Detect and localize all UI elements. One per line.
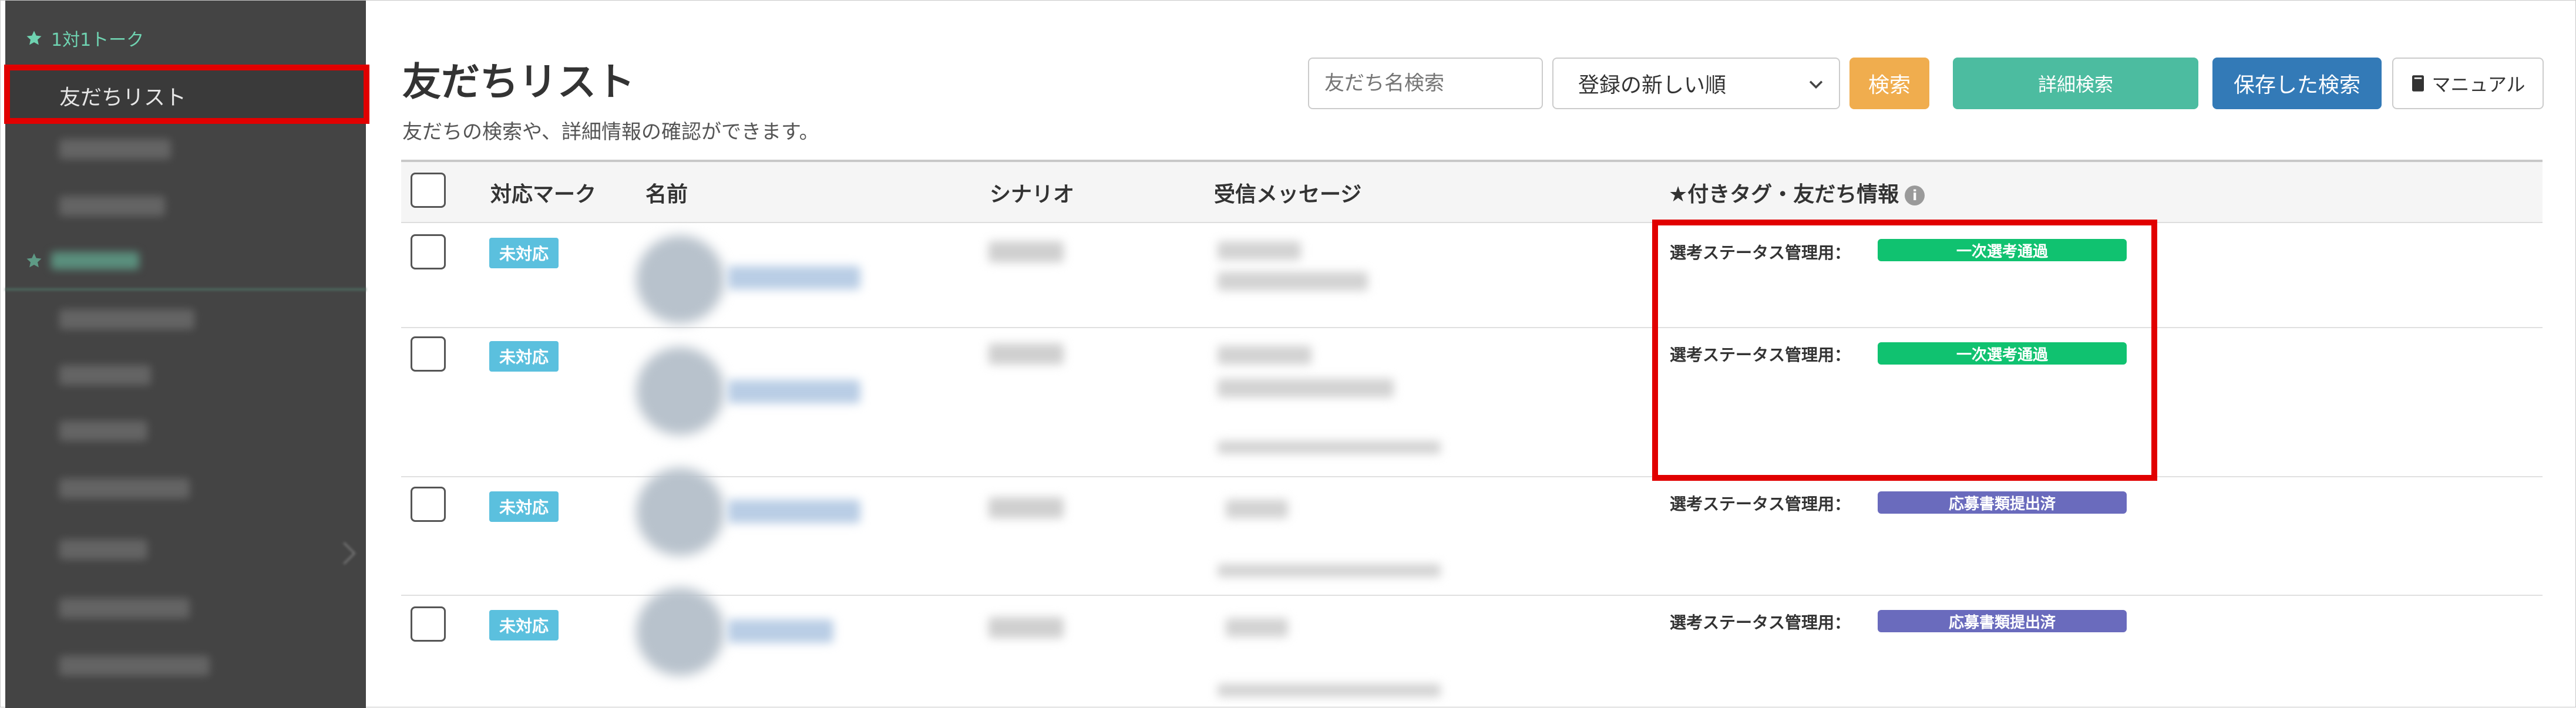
manual-button-label: マニュアル bbox=[2432, 73, 2525, 96]
sidebar-item-blurred[interactable] bbox=[59, 540, 147, 559]
column-header-name: 名前 bbox=[645, 183, 688, 207]
highlight-box-tags bbox=[1652, 220, 2157, 481]
friend-name[interactable] bbox=[728, 380, 860, 403]
column-header-tags-label: ★付きタグ・友だち情報 bbox=[1669, 183, 1899, 207]
avatar bbox=[636, 468, 724, 556]
sidebar-divider bbox=[5, 288, 366, 291]
chevron-down-icon bbox=[1809, 80, 1823, 89]
sidebar-item-blurred[interactable] bbox=[59, 656, 210, 676]
friend-name-search-input[interactable] bbox=[1308, 58, 1543, 109]
star-icon bbox=[26, 31, 42, 45]
scenario-name bbox=[988, 497, 1064, 518]
sidebar-item-blurred[interactable] bbox=[59, 421, 147, 441]
scenario-name bbox=[988, 343, 1064, 365]
sidebar-item-blurred[interactable] bbox=[59, 365, 151, 385]
sidebar-section-message-label bbox=[51, 252, 139, 269]
friend-name[interactable] bbox=[728, 619, 833, 643]
row-divider bbox=[401, 476, 2543, 477]
table-header bbox=[401, 160, 2543, 223]
sort-order-select[interactable]: 登録の新しい順 bbox=[1552, 58, 1840, 109]
sidebar-item-blurred[interactable] bbox=[59, 478, 190, 498]
tag-badge: 応募書類提出済 bbox=[1878, 491, 2127, 514]
status-badge[interactable]: 未対応 bbox=[489, 491, 559, 522]
sidebar-section-talk[interactable]: 1対1トーク bbox=[25, 25, 144, 51]
message-line bbox=[1218, 241, 1301, 260]
message-line bbox=[1226, 500, 1288, 518]
row-checkbox[interactable] bbox=[411, 487, 446, 522]
book-icon bbox=[2412, 75, 2424, 92]
info-icon[interactable]: i bbox=[1905, 186, 1925, 205]
friend-name[interactable] bbox=[728, 500, 860, 523]
row-checkbox[interactable] bbox=[411, 234, 446, 269]
avatar bbox=[636, 588, 724, 676]
avatar bbox=[636, 347, 724, 435]
status-badge[interactable]: 未対応 bbox=[489, 341, 559, 372]
page-subtitle: 友だちの検索や、詳細情報の確認ができます。 bbox=[402, 120, 819, 144]
sidebar-item-blurred[interactable] bbox=[59, 598, 190, 618]
row-divider bbox=[401, 595, 2543, 596]
message-line bbox=[1218, 272, 1368, 291]
message-line bbox=[1218, 441, 1441, 454]
friend-name[interactable] bbox=[728, 266, 860, 289]
sidebar-section-message[interactable] bbox=[25, 252, 139, 269]
message-line bbox=[1218, 684, 1441, 697]
sidebar-item-blurred[interactable] bbox=[59, 139, 171, 159]
search-button[interactable]: 検索 bbox=[1849, 58, 1929, 109]
saved-search-button[interactable]: 保存した検索 bbox=[2212, 58, 2382, 109]
highlight-box-sidebar bbox=[4, 65, 369, 124]
tag-badge: 応募書類提出済 bbox=[1878, 610, 2127, 632]
column-header-status: 対応マーク bbox=[490, 183, 597, 207]
tag-label: 選考ステータス管理用： bbox=[1670, 494, 1851, 514]
column-header-tags: ★付きタグ・友だち情報 i bbox=[1669, 177, 1925, 208]
message-line bbox=[1226, 618, 1288, 637]
sidebar-item-blurred[interactable] bbox=[59, 196, 165, 216]
manual-button[interactable]: マニュアル bbox=[2392, 58, 2544, 109]
scenario-name bbox=[988, 241, 1064, 262]
sidebar-section-talk-label: 1対1トーク bbox=[51, 30, 144, 50]
column-header-message: 受信メッセージ bbox=[1214, 183, 1362, 207]
row-divider bbox=[401, 327, 2543, 328]
status-badge[interactable]: 未対応 bbox=[489, 238, 559, 268]
message-line bbox=[1218, 564, 1441, 577]
status-badge[interactable]: 未対応 bbox=[489, 610, 559, 640]
scenario-name bbox=[988, 617, 1064, 638]
sidebar-item-blurred[interactable] bbox=[59, 309, 194, 329]
message-line bbox=[1218, 379, 1394, 397]
sort-order-value: 登録の新しい順 bbox=[1578, 73, 1727, 97]
select-all-checkbox[interactable] bbox=[411, 173, 446, 208]
advanced-search-button[interactable]: 詳細検索 bbox=[1953, 58, 2198, 109]
page-title: 友だちリスト bbox=[402, 59, 635, 104]
star-icon bbox=[26, 253, 42, 268]
row-checkbox[interactable] bbox=[411, 336, 446, 372]
row-checkbox[interactable] bbox=[411, 606, 446, 642]
avatar bbox=[636, 235, 724, 323]
message-line bbox=[1218, 346, 1311, 365]
tag-label: 選考ステータス管理用： bbox=[1670, 613, 1851, 632]
column-header-scenario: シナリオ bbox=[990, 183, 1075, 207]
